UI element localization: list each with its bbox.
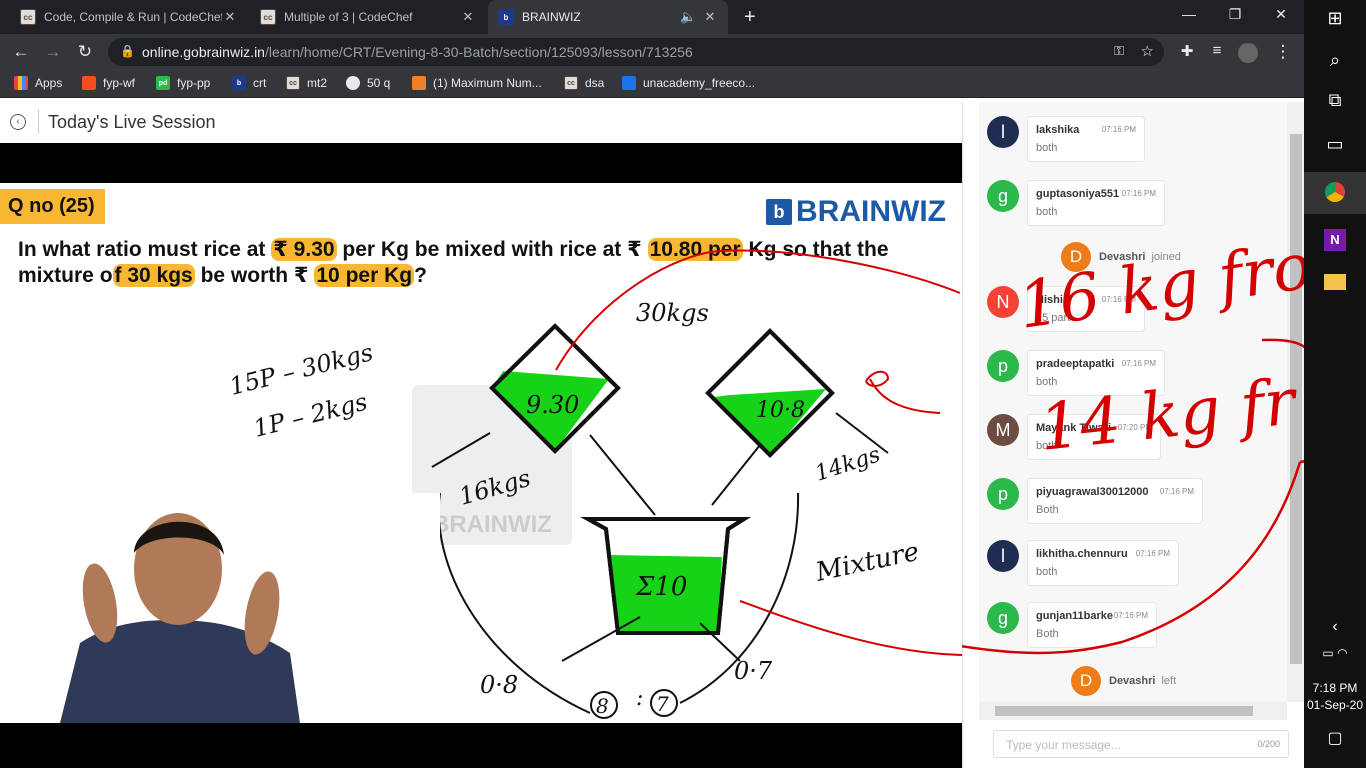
- battery-network-icon[interactable]: ▭ ◠: [1304, 646, 1366, 660]
- file-explorer-icon[interactable]: [1304, 274, 1366, 295]
- bookmark-mt2[interactable]: cc mt2: [286, 76, 327, 90]
- windows-start-icon[interactable]: ⊞: [1304, 8, 1366, 29]
- ink-long-arrow: [962, 461, 1302, 655]
- figma-icon: [82, 76, 96, 90]
- bookmark-crt[interactable]: b crt: [232, 76, 266, 90]
- chrome-logo-icon: [1325, 182, 1345, 202]
- bookmark-maximum-num[interactable]: (1) Maximum Num...: [412, 76, 542, 90]
- terminal-icon[interactable]: ▭: [1304, 134, 1366, 155]
- onenote-logo-icon: N: [1324, 229, 1346, 251]
- speaker-icon[interactable]: 🔈: [680, 9, 696, 25]
- ink-arrow: [555, 249, 961, 371]
- forward-arrow-icon[interactable]: →: [42, 42, 64, 62]
- restore-button[interactable]: ❐: [1212, 6, 1258, 23]
- ink-text-line-2: 14 kg fr: [1036, 365, 1302, 466]
- tab-title: Code, Compile & Run | CodeChef: [44, 10, 222, 24]
- search-icon[interactable]: ⌕: [1304, 50, 1366, 71]
- onenote-icon[interactable]: N: [1304, 228, 1366, 251]
- codechef-favicon-icon: cc: [20, 9, 36, 25]
- ink-arrow: [739, 600, 962, 656]
- back-arrow-icon[interactable]: ←: [10, 42, 32, 62]
- media-control-icon[interactable]: ≡: [1206, 42, 1228, 59]
- lock-icon: 🔒: [120, 44, 135, 58]
- tab-close-icon[interactable]: ✕: [702, 9, 718, 25]
- menu-kebab-icon[interactable]: ⋮: [1272, 42, 1294, 62]
- ink-annotations: [555, 249, 962, 656]
- key-icon[interactable]: ⚿: [1114, 43, 1124, 59]
- new-tab-button[interactable]: +: [734, 0, 764, 34]
- header-divider: [38, 110, 39, 134]
- reload-icon[interactable]: ↻: [74, 42, 96, 62]
- bookmark-dsa[interactable]: cc dsa: [564, 76, 604, 90]
- pd-icon: pd: [156, 76, 170, 90]
- bookmark-label: fyp-wf: [103, 76, 136, 90]
- bookmark-label: dsa: [585, 76, 605, 90]
- tab-codechef-multiple[interactable]: cc Multiple of 3 | CodeChef ✕: [250, 0, 486, 34]
- apps-grid-icon: [14, 76, 28, 90]
- bookmark-label: unacademy_freeco...: [643, 76, 756, 90]
- profile-avatar[interactable]: [1238, 43, 1258, 63]
- extensions-icon[interactable]: ✚: [1176, 42, 1198, 60]
- bookmarks-bar: Apps fyp-wf pd fyp-pp b crt cc mt2 50 q (1)…: [0, 70, 1304, 98]
- tab-codechef-compile[interactable]: cc Code, Compile & Run | CodeChef ✕: [10, 0, 248, 34]
- browser-tab-strip: cc Code, Compile & Run | CodeChef ✕ cc M…: [0, 0, 1304, 34]
- windows-taskbar: ⊞ ⌕ ⧉ ▭ N ‹ ▭ ◠ 7:18 PM 01-Sep-20 ▢: [1304, 0, 1366, 768]
- tab-title: BRAINWIZ: [522, 10, 581, 24]
- brainwiz-icon: b: [232, 76, 246, 90]
- tab-close-icon[interactable]: ✕: [222, 9, 238, 25]
- bookmark-label: Apps: [35, 76, 63, 90]
- stackoverflow-icon: [412, 76, 426, 90]
- ink-text-line-1: 16 kg from: [1014, 221, 1304, 344]
- tab-close-icon[interactable]: ✕: [460, 9, 476, 25]
- chrome-taskbar-icon[interactable]: [1304, 172, 1366, 214]
- bookmark-50q[interactable]: 50 q: [346, 76, 390, 90]
- system-clock[interactable]: 7:18 PM 01-Sep-20: [1304, 680, 1366, 714]
- codechef-favicon-icon: cc: [260, 9, 276, 25]
- bookmark-unacademy[interactable]: unacademy_freeco...: [622, 76, 755, 90]
- bookmark-label: (1) Maximum Num...: [433, 76, 542, 90]
- bookmark-fyp-wf[interactable]: fyp-wf: [82, 76, 135, 90]
- task-view-icon[interactable]: ⧉: [1304, 90, 1366, 111]
- close-window-button[interactable]: ✕: [1258, 6, 1304, 23]
- video-player[interactable]: Q no (25) b BRAINWIZ In what ratio must r…: [0, 143, 962, 768]
- tab-title: Multiple of 3 | CodeChef: [284, 10, 413, 24]
- tab-brainwiz[interactable]: b BRAINWIZ 🔈 ✕: [488, 0, 728, 34]
- bookmark-fyp-pp[interactable]: pd fyp-pp: [156, 76, 210, 90]
- page-title: Today's Live Session: [48, 112, 216, 132]
- codechef-icon: cc: [286, 76, 300, 90]
- bookmark-label: crt: [253, 76, 267, 90]
- address-bar[interactable]: 🔒 online.gobrainwiz.in/learn/home/CRT/Ev…: [108, 38, 1164, 66]
- bookmark-label: mt2: [307, 76, 328, 90]
- back-circle-icon[interactable]: ‹: [10, 114, 26, 130]
- bookmark-label: fyp-pp: [177, 76, 211, 90]
- ink-handwriting: 16 kg from 14 kg fr: [962, 221, 1304, 655]
- ink-loop: [865, 370, 890, 387]
- brainwiz-favicon-icon: b: [498, 9, 514, 25]
- folder-icon: [1324, 274, 1346, 290]
- minimize-button[interactable]: —: [1166, 6, 1212, 22]
- clock-date: 01-Sep-20: [1306, 698, 1364, 712]
- star-bookmark-icon[interactable]: ☆: [1141, 42, 1154, 60]
- chevron-up-icon[interactable]: ‹: [1304, 618, 1366, 636]
- bookmark-label: 50 q: [367, 76, 391, 90]
- unacademy-icon: [622, 76, 636, 90]
- notifications-icon[interactable]: ▢: [1304, 728, 1366, 748]
- globe-icon: [346, 76, 360, 90]
- url-text: online.gobrainwiz.in/learn/home/CRT/Even…: [142, 44, 693, 60]
- clock-time: 7:18 PM: [1312, 681, 1358, 695]
- codechef-icon: cc: [564, 76, 578, 90]
- bookmark-apps[interactable]: Apps: [14, 76, 62, 90]
